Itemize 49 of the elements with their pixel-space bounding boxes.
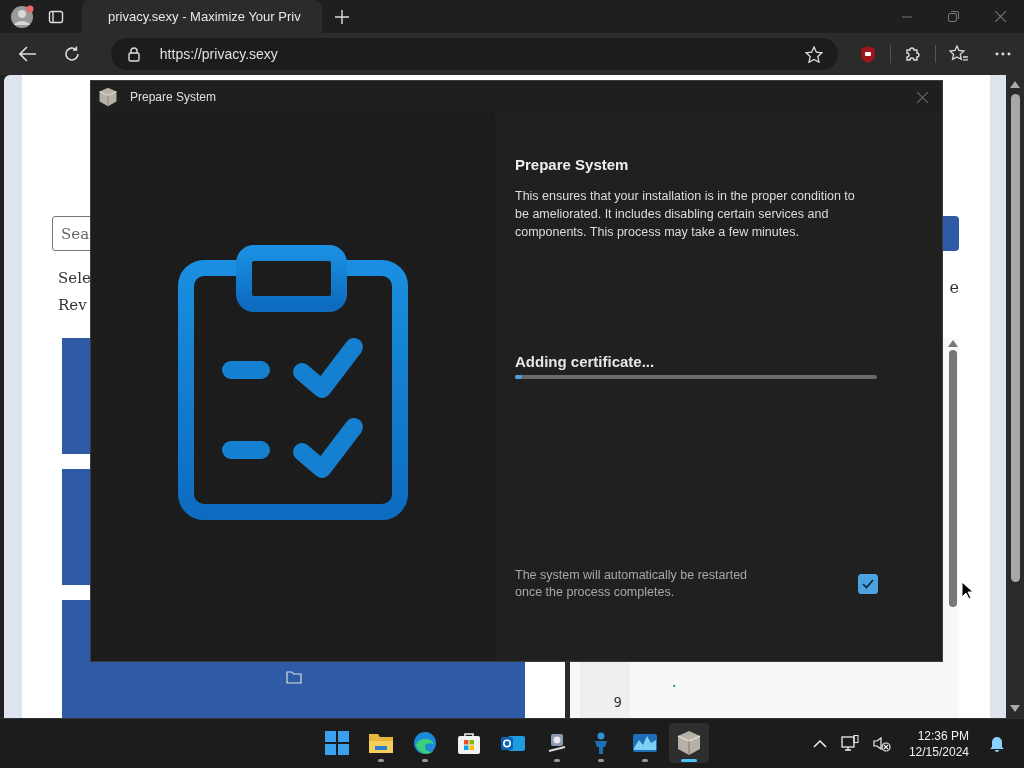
cube-app-icon <box>677 730 701 756</box>
address-bar[interactable]: https://privacy.sexy <box>110 38 839 70</box>
favorites-icon[interactable] <box>949 45 970 63</box>
clock-time[interactable]: 12:36 PM <box>917 727 969 744</box>
dialog-description: This ensures that your installation is in the proper condition to be ameliorated. It includes disabling certain services and components. This process may take a few minutes. <box>515 188 856 241</box>
more-icon[interactable] <box>995 52 1011 56</box>
chevron-up-icon[interactable] <box>812 739 827 748</box>
windows-logo-icon <box>325 731 349 755</box>
folder-icon <box>368 732 394 754</box>
favorite-star-icon[interactable] <box>805 45 824 63</box>
checkmark-icon <box>862 579 874 589</box>
intro-text: Sele <box>58 268 91 289</box>
restore-icon[interactable] <box>948 11 959 22</box>
scrollbar-thumb[interactable] <box>949 350 957 607</box>
intro-text: e <box>949 278 959 298</box>
code-text: . <box>670 673 679 692</box>
line-number: 9 <box>613 693 622 712</box>
lock-icon[interactable] <box>127 46 140 62</box>
tab-actions-icon[interactable] <box>48 8 64 25</box>
status-text: Adding certificate... <box>515 353 656 370</box>
intro-text: Rev <box>58 295 88 316</box>
mouse-pointer-icon <box>961 581 973 600</box>
window-title: Prepare System <box>130 90 217 104</box>
scrollbar-thumb[interactable] <box>1010 94 1020 582</box>
network-icon[interactable] <box>840 735 859 752</box>
restart-checkbox[interactable] <box>858 574 878 594</box>
close-icon[interactable] <box>995 11 1006 22</box>
clock-date[interactable]: 12/15/2024 <box>908 743 969 760</box>
scroll-up-icon[interactable] <box>1010 81 1020 88</box>
close-icon[interactable] <box>917 91 928 103</box>
chart-app-icon <box>632 732 658 754</box>
restart-note: The system will automatically be restarted once the process completes. <box>515 567 749 601</box>
dialog-heading: Prepare System <box>515 156 630 173</box>
scroll-down-icon[interactable] <box>1010 705 1020 712</box>
extensions-icon[interactable] <box>904 45 923 63</box>
refresh-icon[interactable] <box>62 45 81 63</box>
scroll-up-icon[interactable] <box>948 340 958 347</box>
profile-avatar[interactable] <box>10 4 34 29</box>
new-tab-icon[interactable] <box>335 9 349 24</box>
taskbar-button[interactable] <box>669 723 709 763</box>
store-icon <box>457 731 481 755</box>
back-icon[interactable] <box>19 46 37 62</box>
folder-icon <box>285 670 302 684</box>
shield-extension-icon[interactable] <box>860 45 877 63</box>
volume-muted-icon[interactable] <box>872 735 891 752</box>
browser-tab[interactable]: privacy.sexy - Maximize Your Priv <box>82 0 322 33</box>
cube-icon <box>98 87 118 107</box>
browser-icon <box>413 731 437 755</box>
notification-bell-icon[interactable] <box>989 735 1005 752</box>
